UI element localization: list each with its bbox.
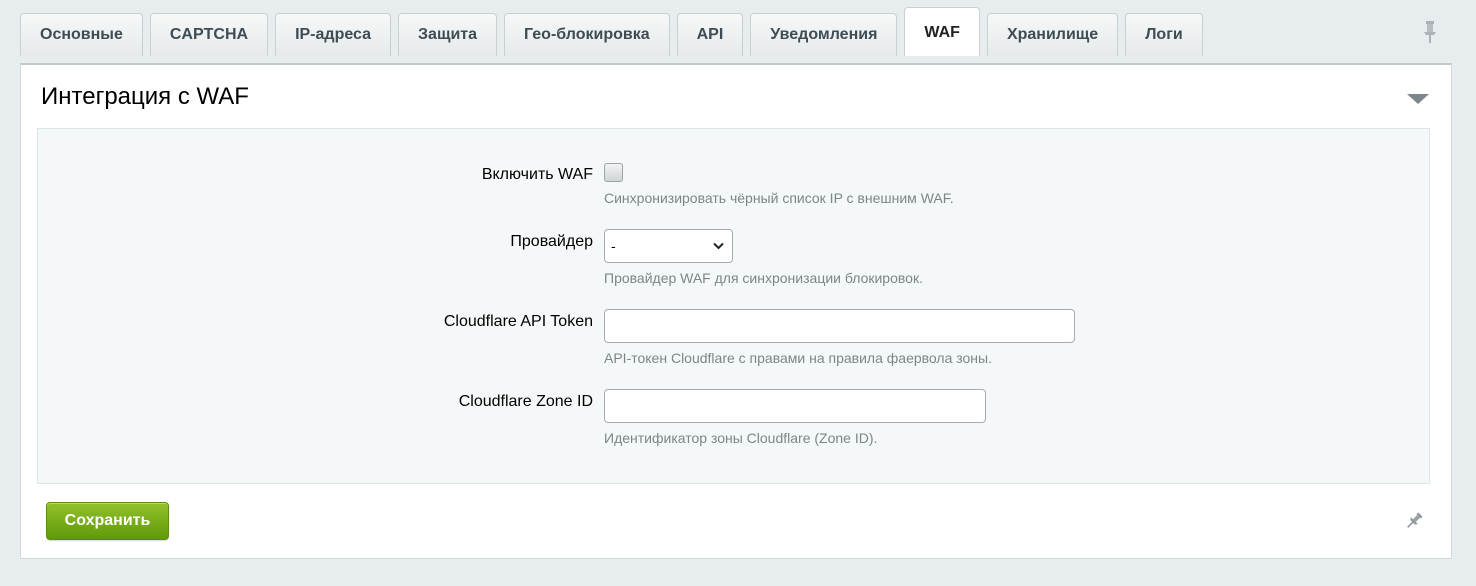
enable-waf-checkbox[interactable] [604, 163, 623, 182]
api-token-label: Cloudflare API Token [443, 313, 593, 330]
section-title: Интеграция с WAF [41, 83, 249, 110]
tab-ip-addresses[interactable]: IP-адреса [275, 13, 392, 56]
api-token-hint: API-токен Cloudflare с правами на правил… [604, 350, 992, 366]
tab-main[interactable]: Основные [20, 13, 143, 56]
tab-storage[interactable]: Хранилище [986, 13, 1119, 56]
triangle-down-icon[interactable] [1406, 92, 1430, 106]
enable-waf-label: Включить WAF [481, 166, 593, 183]
tab-notifications[interactable]: Уведомления [750, 13, 898, 56]
tab-protection[interactable]: Защита [398, 13, 498, 56]
provider-label: Провайдер [510, 233, 593, 250]
page: Основные CAPTCHA IP-адреса Защита Гео-бл… [0, 0, 1476, 586]
waf-settings-panel: Интеграция с WAF Включить WAF Синхронизи… [20, 63, 1452, 559]
tab-waf[interactable]: WAF [904, 7, 980, 56]
tab-geo-blocking[interactable]: Гео-блокировка [504, 13, 670, 56]
zone-id-input[interactable] [604, 389, 986, 423]
provider-select[interactable]: - [604, 229, 733, 263]
pin-icon[interactable] [1421, 20, 1439, 44]
tab-bar: Основные CAPTCHA IP-адреса Защита Гео-бл… [20, 7, 1203, 56]
tab-captcha[interactable]: CAPTCHA [149, 13, 269, 56]
tab-logs[interactable]: Логи [1125, 13, 1203, 56]
zone-id-hint: Идентификатор зоны Cloudflare (Zone ID). [604, 430, 878, 446]
provider-hint: Провайдер WAF для синхронизации блокиров… [604, 270, 923, 286]
save-button[interactable]: Сохранить [46, 502, 169, 540]
api-token-input[interactable] [604, 309, 1075, 343]
enable-waf-hint: Синхронизировать чёрный список IP с внеш… [604, 190, 954, 206]
form-area: Включить WAF Синхронизировать чёрный спи… [37, 128, 1430, 484]
pin-icon[interactable] [1404, 511, 1424, 531]
tab-api[interactable]: API [676, 13, 744, 56]
provider-select-value: - [611, 238, 616, 254]
chevron-down-icon [713, 242, 724, 250]
zone-id-label: Cloudflare Zone ID [458, 393, 593, 410]
